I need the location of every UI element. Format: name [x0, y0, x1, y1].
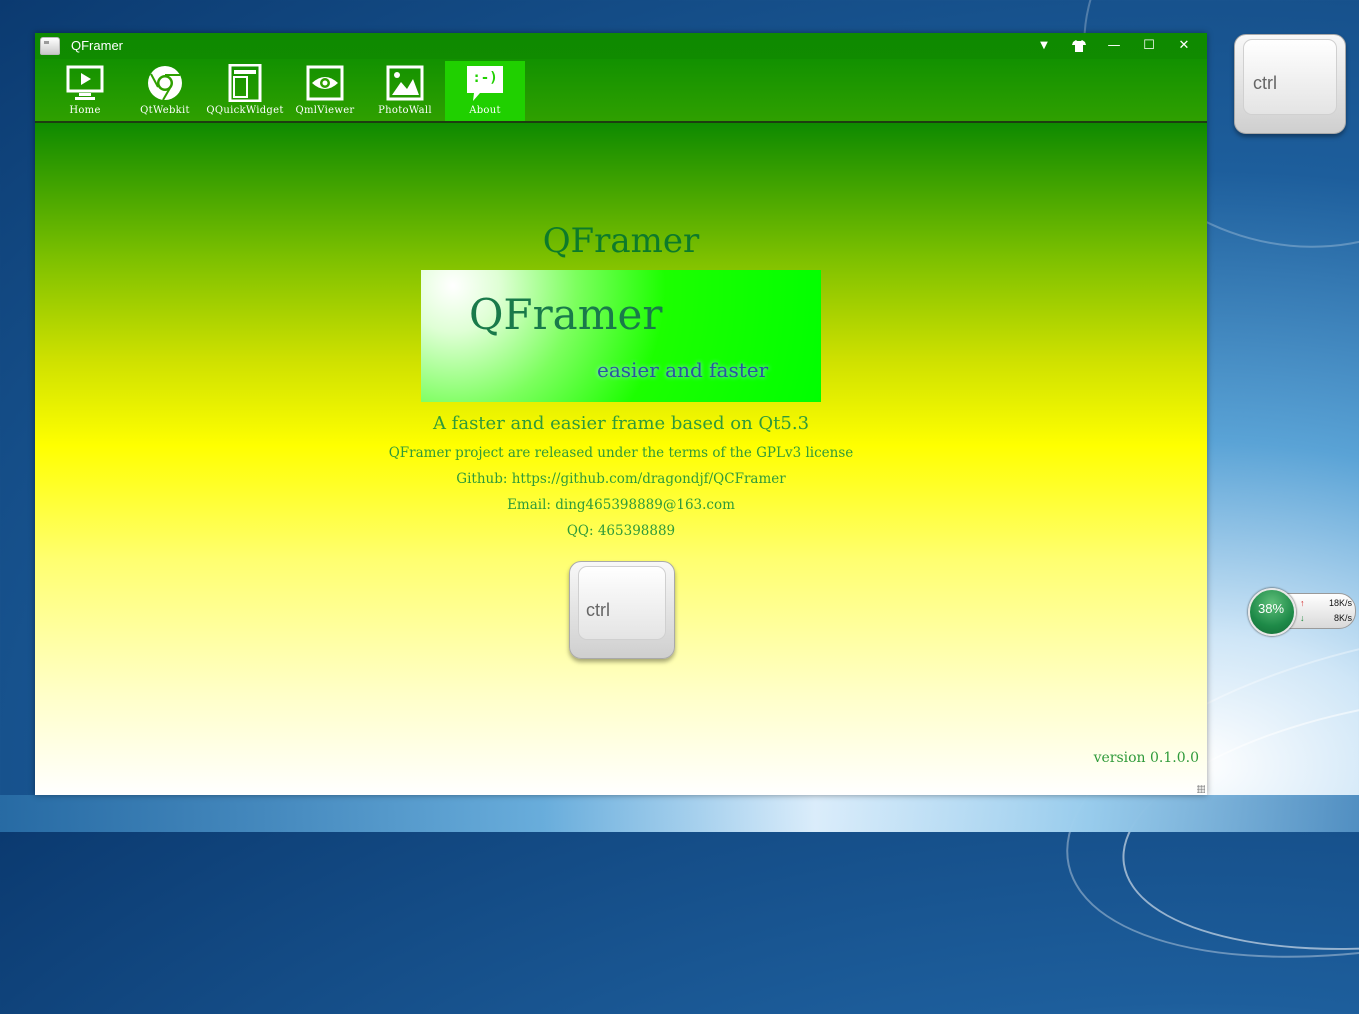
- tab-label: PhotoWall: [378, 105, 432, 116]
- page-title: QFramer: [542, 221, 700, 261]
- window-title: QFramer: [71, 38, 123, 53]
- tab-photowall[interactable]: PhotoWall: [365, 61, 445, 121]
- tab-label: About: [469, 105, 501, 116]
- toolbar: Home QtWebkit QQuickWidget QmlViewer Pho…: [35, 59, 1207, 121]
- tab-qtwebkit[interactable]: QtWebkit: [125, 61, 205, 121]
- menu-dropdown-icon[interactable]: ▼: [1032, 36, 1056, 56]
- about-page: QFramer QFramer easier and faster A fast…: [35, 123, 1207, 795]
- download-arrow-icon: ↓: [1300, 613, 1305, 623]
- smiley-glyph: :-): [472, 70, 498, 86]
- maximize-icon[interactable]: ☐: [1137, 36, 1161, 56]
- minimize-icon[interactable]: —: [1102, 36, 1126, 56]
- tab-qmlviewer[interactable]: QmlViewer: [285, 61, 365, 121]
- email-text: Email: ding465398889@163.com: [507, 497, 735, 513]
- ctrl-key-image: ctrl: [569, 561, 675, 659]
- cpu-percent: 38%: [1257, 601, 1285, 616]
- github-text: Github: https://github.com/dragondjf/QCF…: [456, 471, 786, 487]
- tab-home[interactable]: Home: [45, 61, 125, 121]
- upload-rate: 18K/s: [1328, 598, 1352, 608]
- qq-text: QQ: 465398889: [566, 523, 676, 539]
- skin-shirt-icon[interactable]: [1067, 36, 1091, 56]
- download-rate: 8K/s: [1333, 613, 1352, 623]
- tab-label: QQuickWidget: [206, 105, 284, 116]
- license-text: QFramer project are released under the t…: [388, 445, 854, 461]
- app-icon: [40, 37, 60, 55]
- tab-label: QmlViewer: [295, 105, 355, 116]
- upload-arrow-icon: ↑: [1300, 598, 1305, 608]
- layout-icon: [228, 64, 262, 102]
- resize-grip[interactable]: [1197, 785, 1205, 793]
- desktop-ctrl-key-label: ctrl: [1253, 73, 1277, 93]
- desktop-ctrl-key-widget[interactable]: ctrl: [1234, 34, 1346, 134]
- monitor-play-icon: [66, 65, 104, 100]
- tab-label: Home: [69, 105, 101, 116]
- about-description: A faster and easier frame based on Qt5.3: [432, 413, 810, 434]
- title-bar[interactable]: QFramer ▼ — ☐ ✕: [35, 33, 1207, 59]
- about-banner: QFramer easier and faster: [421, 270, 821, 402]
- tab-about[interactable]: :-) About: [445, 61, 525, 121]
- tab-qquickwidget[interactable]: QQuickWidget: [205, 61, 285, 121]
- banner-title: QFramer: [469, 290, 663, 339]
- banner-tagline: easier and faster: [597, 358, 769, 382]
- tab-label: QtWebkit: [140, 105, 190, 116]
- ctrl-key-label: ctrl: [586, 600, 610, 620]
- version-label: version 0.1.0.0: [1093, 750, 1199, 766]
- desktop-band: [0, 795, 1359, 832]
- app-window: QFramer ▼ — ☐ ✕ Home QtWebkit QQuickWidg…: [35, 33, 1207, 795]
- close-icon[interactable]: ✕: [1172, 36, 1196, 56]
- network-monitor-widget[interactable]: 38% ↑ 18K/s ↓ 8K/s: [1248, 588, 1356, 636]
- eye-icon: [306, 65, 344, 101]
- image-icon: [386, 65, 424, 101]
- chrome-icon: [148, 66, 182, 101]
